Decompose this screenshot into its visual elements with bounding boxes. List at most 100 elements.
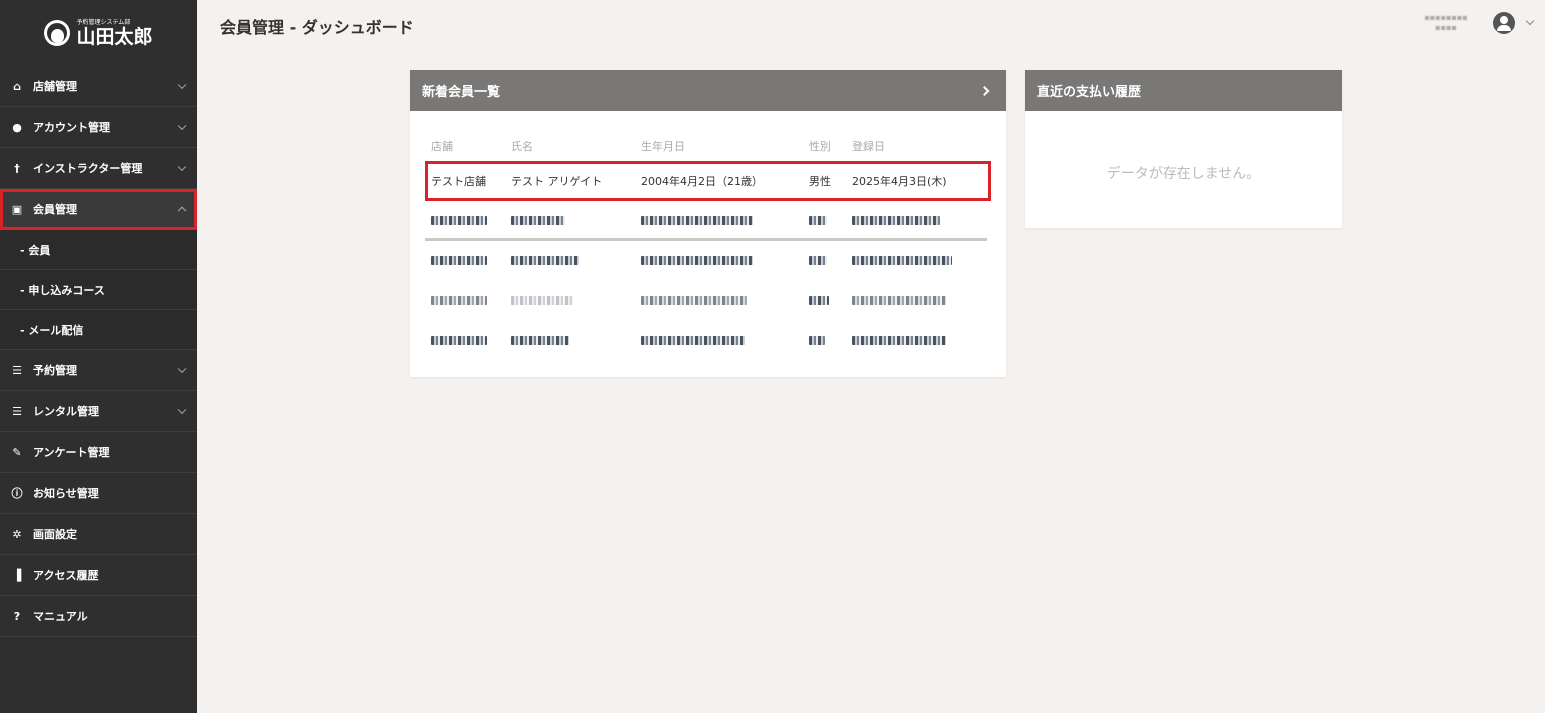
user-name-blurred: ▪▪▪▪▪▪▪▪ ▪▪▪▪ (1424, 12, 1468, 32)
blurred-cell (852, 215, 940, 225)
blurred-cell (641, 255, 753, 265)
blurred-cell (809, 255, 827, 265)
sidebar-item-label: アカウント管理 (33, 121, 110, 134)
logo-title: 山田太郎 (76, 25, 153, 48)
sidebar-subitem-label: - 会員 (20, 243, 51, 257)
instructor-icon: † (14, 161, 20, 175)
sidebar-subitem-course[interactable]: - 申し込みコース (0, 270, 197, 310)
column-header: 性別 (809, 140, 831, 153)
cell-gender: 男性 (809, 175, 831, 188)
user-icon: ● (12, 120, 22, 134)
chevron-right-icon[interactable] (979, 85, 990, 96)
chevron-up-icon (177, 206, 187, 216)
sidebar-item-member[interactable]: ▣ 会員管理 (0, 189, 197, 230)
blurred-cell (511, 295, 573, 305)
sidebar-item-notice[interactable]: ⓘ お知らせ管理 (0, 473, 197, 514)
avatar[interactable] (1493, 12, 1515, 34)
blurred-cell (641, 295, 747, 305)
sidebar-item-label: お知らせ管理 (33, 487, 99, 500)
sidebar-subitem-member[interactable]: - 会員 (0, 230, 197, 270)
page-title: 会員管理 - ダッシュボード (220, 18, 414, 37)
sidebar-item-account[interactable]: ● アカウント管理 (0, 107, 197, 148)
cell-name: テスト アリゲイト (511, 175, 603, 188)
member-card-icon: ▣ (11, 202, 23, 216)
column-header: 登録日 (852, 140, 885, 153)
sidebar-item-survey[interactable]: ✎ アンケート管理 (0, 432, 197, 473)
question-icon: ? (13, 609, 21, 623)
logo-face-icon (44, 20, 71, 46)
pen-icon: ✎ (12, 445, 22, 459)
info-icon: ⓘ (11, 487, 23, 500)
cell-store: テスト店舗 (431, 175, 486, 188)
table-row-blurred[interactable] (425, 201, 991, 241)
cell-birthday: 2004年4月2日（21歳） (641, 175, 763, 188)
sidebar-item-label: 店舗管理 (33, 80, 77, 93)
blurred-cell (431, 255, 487, 265)
gear-icon: ✲ (12, 527, 22, 541)
chevron-down-icon (177, 121, 187, 131)
card-title: 直近の支払い履歴 (1037, 85, 1142, 100)
blurred-cell (431, 335, 487, 345)
chevron-down-icon (177, 80, 187, 90)
sidebar-item-label: アンケート管理 (33, 446, 110, 459)
blurred-cell (511, 335, 569, 345)
blurred-cell (641, 335, 745, 345)
chevron-down-icon[interactable] (1525, 16, 1535, 26)
blurred-cell (852, 295, 946, 305)
sidebar-item-label: アクセス履歴 (33, 569, 99, 582)
cell-registered: 2025年4月3日(木) (852, 175, 947, 188)
chevron-down-icon (177, 405, 187, 415)
card-header: 直近の支払い履歴 (1025, 70, 1342, 111)
sidebar: 予約管理システム部 山田太郎 ⌂ 店舗管理 ● アカウント管理 † インストラク… (0, 0, 197, 713)
blurred-cell (511, 215, 565, 225)
rental-icon: ☰ (12, 404, 22, 418)
members-table: 店舗 氏名 生年月日 性別 登録日 テスト店舗 テスト アリゲイト 2004年4… (410, 111, 1006, 361)
sidebar-item-label: 会員管理 (33, 203, 77, 216)
sidebar-item-label: マニュアル (33, 610, 88, 623)
blurred-cell (809, 295, 829, 305)
column-header: 氏名 (511, 140, 533, 153)
sidebar-item-label: 予約管理 (33, 364, 77, 377)
sidebar-item-instructor[interactable]: † インストラクター管理 (0, 148, 197, 189)
user-menu[interactable]: ▪▪▪▪▪▪▪▪ ▪▪▪▪ (1411, 12, 1535, 34)
card-title: 新着会員一覧 (422, 85, 501, 100)
table-row-blurred[interactable] (425, 241, 991, 281)
app-logo[interactable]: 予約管理システム部 山田太郎 (0, 0, 197, 66)
sidebar-subitem-label: - 申し込みコース (20, 283, 105, 297)
sidebar-subitem-label: - メール配信 (20, 323, 84, 337)
table-header: 店舗 氏名 生年月日 性別 登録日 (425, 111, 991, 161)
table-row-blurred[interactable] (425, 321, 991, 361)
new-members-card: 新着会員一覧 店舗 氏名 生年月日 性別 登録日 テスト店舗 テスト アリゲイト… (410, 70, 1006, 377)
bar-chart-icon: ▐ (12, 568, 22, 582)
sidebar-item-screen-settings[interactable]: ✲ 画面設定 (0, 514, 197, 555)
sidebar-item-store[interactable]: ⌂ 店舗管理 (0, 66, 197, 107)
column-header: 生年月日 (641, 140, 685, 153)
empty-message: データが存在しません。 (1106, 166, 1261, 182)
chevron-down-icon (177, 162, 187, 172)
logo-subtitle: 予約管理システム部 (76, 18, 131, 26)
sidebar-item-manual[interactable]: ? マニュアル (0, 596, 197, 637)
sidebar-item-label: レンタル管理 (33, 405, 99, 418)
blurred-cell (852, 255, 952, 265)
reservation-icon: ☰ (12, 363, 22, 377)
sidebar-subitem-mail[interactable]: - メール配信 (0, 310, 197, 350)
sidebar-item-rental[interactable]: ☰ レンタル管理 (0, 391, 197, 432)
sidebar-item-access-history[interactable]: ▐ アクセス履歴 (0, 555, 197, 596)
table-row[interactable]: テスト店舗 テスト アリゲイト 2004年4月2日（21歳） 男性 2025年4… (425, 161, 991, 201)
sidebar-item-reservation[interactable]: ☰ 予約管理 (0, 350, 197, 391)
blurred-cell (852, 335, 946, 345)
card-header[interactable]: 新着会員一覧 (410, 70, 1006, 111)
table-row-blurred[interactable] (425, 281, 991, 321)
home-icon: ⌂ (13, 79, 21, 93)
payment-history-card: 直近の支払い履歴 データが存在しません。 (1025, 70, 1342, 228)
blurred-cell (809, 215, 827, 225)
sidebar-item-label: 画面設定 (33, 528, 77, 541)
column-header: 店舗 (431, 140, 453, 153)
sidebar-item-label: インストラクター管理 (33, 162, 143, 175)
chevron-down-icon (177, 364, 187, 374)
blurred-cell (809, 335, 825, 345)
blurred-cell (641, 215, 753, 225)
blurred-cell (431, 295, 487, 305)
blurred-cell (511, 255, 579, 265)
sidebar-nav: ⌂ 店舗管理 ● アカウント管理 † インストラクター管理 ▣ 会員管理 - 会… (0, 66, 197, 637)
